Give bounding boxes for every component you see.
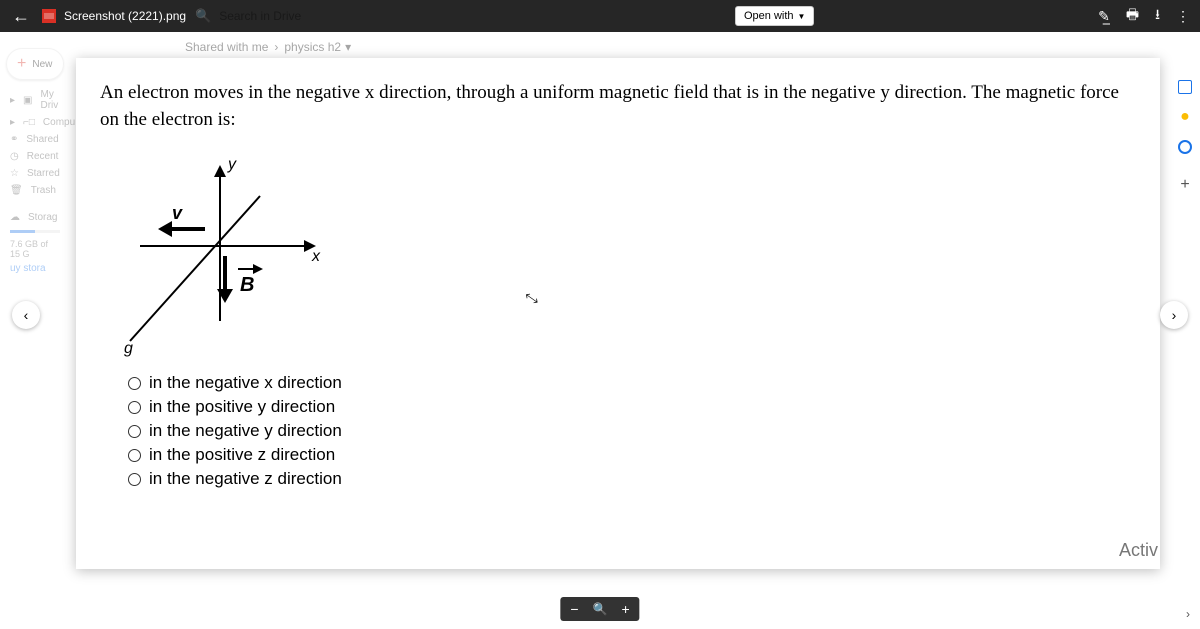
caret-down-icon[interactable]: ▾ <box>345 40 351 54</box>
radio-icon <box>128 401 141 414</box>
cloud-icon: ☁ <box>10 212 20 223</box>
drive-sidebar: + New ▸▣My Driv ▸⌐□Compu ⚭Shared ◷Recent… <box>0 42 70 276</box>
search-placeholder: Search in Drive <box>219 9 301 23</box>
radio-icon <box>128 449 141 462</box>
download-icon[interactable]: ⭳ <box>1155 4 1160 28</box>
keep-icon[interactable]: ● <box>1180 108 1190 126</box>
collapse-panel-icon[interactable]: › <box>1186 607 1190 621</box>
option-e[interactable]: in the negative z direction <box>128 469 1136 489</box>
option-c[interactable]: in the negative y direction <box>128 421 1136 441</box>
zoom-in-button[interactable]: + <box>621 601 629 617</box>
image-file-icon <box>42 9 56 23</box>
velocity-label: v <box>172 203 183 223</box>
windows-watermark: Activ <box>1119 540 1158 561</box>
storage-text: 7.6 GB of 15 G <box>0 237 70 261</box>
b-field-label: B <box>240 274 254 296</box>
zoom-reset-button[interactable]: 🔍 <box>593 602 608 616</box>
option-a[interactable]: in the negative x direction <box>128 373 1136 393</box>
plus-icon: + <box>17 55 26 73</box>
option-b[interactable]: in the positive y direction <box>128 397 1136 417</box>
people-icon: ⚭ <box>10 134 18 145</box>
answer-options: in the negative x direction in the posit… <box>128 373 1136 489</box>
zoom-toolbar: − 🔍 + <box>560 597 639 621</box>
g-label: g <box>124 340 133 357</box>
new-button[interactable]: + New <box>6 48 64 80</box>
viewer-topbar: ← Screenshot (2221).png 🔍 Search in Driv… <box>0 0 1200 32</box>
zoom-out-button[interactable]: − <box>570 601 578 617</box>
calendar-icon[interactable] <box>1178 80 1192 94</box>
sidebar-item-starred[interactable]: ☆Starred <box>0 165 70 182</box>
side-panel: ● + <box>1178 80 1192 194</box>
filename: Screenshot (2221).png <box>64 9 186 23</box>
open-with-label: Open with <box>744 10 794 22</box>
clock-icon: ◷ <box>10 151 19 162</box>
open-with-button[interactable]: Open with ▼ <box>735 6 814 26</box>
breadcrumb-folder[interactable]: physics h2 <box>284 40 341 54</box>
sidebar-item-mydrive[interactable]: ▸▣My Driv <box>0 86 70 114</box>
caret-down-icon: ▼ <box>798 12 806 21</box>
addons-plus-icon[interactable]: + <box>1180 176 1189 194</box>
more-icon[interactable]: ⋮ <box>1176 8 1190 25</box>
caret-right-icon: ▸ <box>10 95 15 106</box>
next-button[interactable]: › <box>1160 301 1188 329</box>
search-icon[interactable]: 🔍 <box>195 8 211 24</box>
caret-right-icon: ▸ <box>10 117 15 128</box>
prev-button[interactable]: ‹ <box>12 301 40 329</box>
search-area: 🔍 Search in Drive <box>195 8 301 24</box>
radio-icon <box>128 377 141 390</box>
back-arrow-icon[interactable]: ← <box>12 6 30 27</box>
print-icon[interactable]: 🖶 <box>1126 4 1139 28</box>
x-axis-label: x <box>311 248 321 265</box>
cursor-icon: ⤡ <box>525 289 539 308</box>
radio-icon <box>128 425 141 438</box>
star-icon: ☆ <box>10 168 19 179</box>
new-label: New <box>32 59 52 70</box>
y-axis-label: y <box>227 156 237 173</box>
trash-icon: 🗑 <box>10 185 23 196</box>
sidebar-item-shared[interactable]: ⚭Shared <box>0 131 70 148</box>
buy-storage-link[interactable]: uy stora <box>0 261 70 276</box>
topbar-actions: ✎̲ 🖶 ⭳ ⋮ <box>1098 4 1190 28</box>
sidebar-item-recent[interactable]: ◷Recent <box>0 148 70 165</box>
option-d[interactable]: in the positive z direction <box>128 445 1136 465</box>
sidebar-item-trash[interactable]: 🗑Trash <box>0 182 70 199</box>
radio-icon <box>128 473 141 486</box>
image-preview: An electron moves in the negative x dire… <box>76 58 1160 569</box>
question-text: An electron moves in the negative x dire… <box>100 80 1136 133</box>
annotate-icon[interactable]: ✎̲ <box>1098 8 1110 25</box>
sidebar-item-computers[interactable]: ▸⌐□Compu <box>0 114 70 131</box>
breadcrumb-shared[interactable]: Shared with me <box>185 40 268 54</box>
sidebar-item-storage[interactable]: ☁Storag <box>0 209 70 226</box>
chevron-right-icon: › <box>274 40 278 54</box>
physics-diagram: y x v B g <box>110 151 330 361</box>
storage-bar <box>10 230 60 233</box>
tasks-icon[interactable] <box>1178 140 1192 154</box>
